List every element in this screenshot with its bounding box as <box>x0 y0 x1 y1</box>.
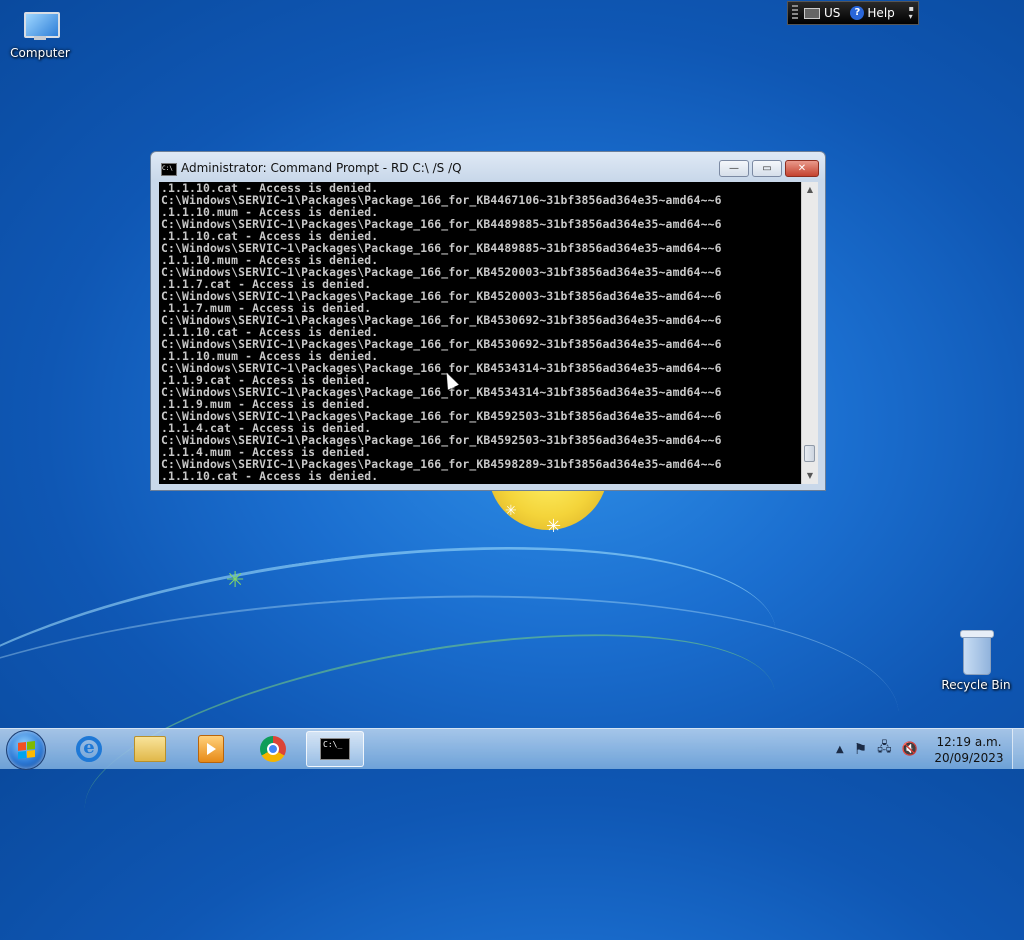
language-bar[interactable]: US ? Help ▪ ▾ <box>787 1 919 25</box>
desktop-icon-label: Computer <box>10 46 70 60</box>
notification-area: ▲ ⚑ 🖧 🔇 <box>826 729 918 769</box>
grip-handle[interactable] <box>792 5 798 21</box>
desktop-icon-recycle-bin[interactable]: Recycle Bin <box>936 630 1016 692</box>
console-line: .1.1.10.cat - Access is denied. <box>161 469 379 483</box>
leaf-icon: ✳ <box>226 568 245 593</box>
command-prompt-icon[interactable]: C:\ <box>161 163 177 176</box>
taskbar-media-player[interactable] <box>182 731 240 767</box>
console-output[interactable]: .1.1.10.cat - Access is denied. C:\Windo… <box>159 182 801 484</box>
close-button[interactable]: ✕ <box>785 160 819 177</box>
computer-icon <box>20 10 60 42</box>
media-player-icon <box>198 735 224 763</box>
network-icon[interactable]: 🖧 <box>877 738 892 760</box>
recycle-bin-icon <box>960 630 994 675</box>
sparkle-icon: ✳ <box>505 503 517 519</box>
window-titlebar[interactable]: C:\ Administrator: Command Prompt - RD C… <box>151 152 825 182</box>
system-clock[interactable]: 12:19 a.m. 20/09/2023 <box>930 734 1008 766</box>
windows-logo-icon <box>18 741 35 759</box>
chrome-icon <box>260 736 286 762</box>
help-label[interactable]: Help <box>867 6 894 20</box>
maximize-button[interactable]: ▭ <box>752 160 782 177</box>
scroll-down-icon[interactable]: ▼ <box>803 469 817 483</box>
language-bar-options-icon[interactable]: ▪ ▾ <box>909 5 914 21</box>
help-icon[interactable]: ? <box>850 6 865 20</box>
language-indicator[interactable]: US <box>824 6 840 20</box>
desktop-icon-computer[interactable]: Computer <box>0 10 80 60</box>
clock-date: 20/09/2023 <box>934 751 1004 765</box>
taskbar-internet-explorer[interactable]: e <box>60 731 118 767</box>
volume-muted-icon[interactable]: 🔇 <box>902 742 918 757</box>
start-button[interactable] <box>6 730 46 770</box>
action-center-flag-icon[interactable]: ⚑ <box>854 740 867 758</box>
console-text: .1.1.10.cat - Access is denied. C:\Windo… <box>159 182 801 482</box>
taskbar: e C:\_ ▲ ⚑ 🖧 🔇 12:19 a.m. 20/09/2023 <box>0 728 1024 770</box>
desktop-icon-label: Recycle Bin <box>941 678 1011 692</box>
sparkle-icon: ✳ <box>546 516 562 537</box>
window-title: Administrator: Command Prompt - RD C:\ /… <box>181 161 462 175</box>
command-prompt-icon: C:\_ <box>320 738 350 760</box>
scroll-up-icon[interactable]: ▲ <box>803 183 817 197</box>
keyboard-icon <box>804 7 820 19</box>
taskbar-chrome[interactable] <box>244 731 302 767</box>
command-prompt-window[interactable]: C:\ Administrator: Command Prompt - RD C… <box>150 151 826 491</box>
folder-icon <box>134 736 166 762</box>
taskbar-command-prompt[interactable]: C:\_ <box>306 731 364 767</box>
scroll-thumb[interactable] <box>804 445 815 462</box>
show-desktop-button[interactable] <box>1012 729 1024 769</box>
vertical-scrollbar[interactable]: ▲ ▼ <box>801 182 818 484</box>
clock-time: 12:19 a.m. <box>936 735 1002 749</box>
taskbar-windows-explorer[interactable] <box>121 731 179 767</box>
minimize-button[interactable]: — <box>719 160 749 177</box>
internet-explorer-icon: e <box>76 736 102 762</box>
show-hidden-icons-button[interactable]: ▲ <box>836 744 844 755</box>
